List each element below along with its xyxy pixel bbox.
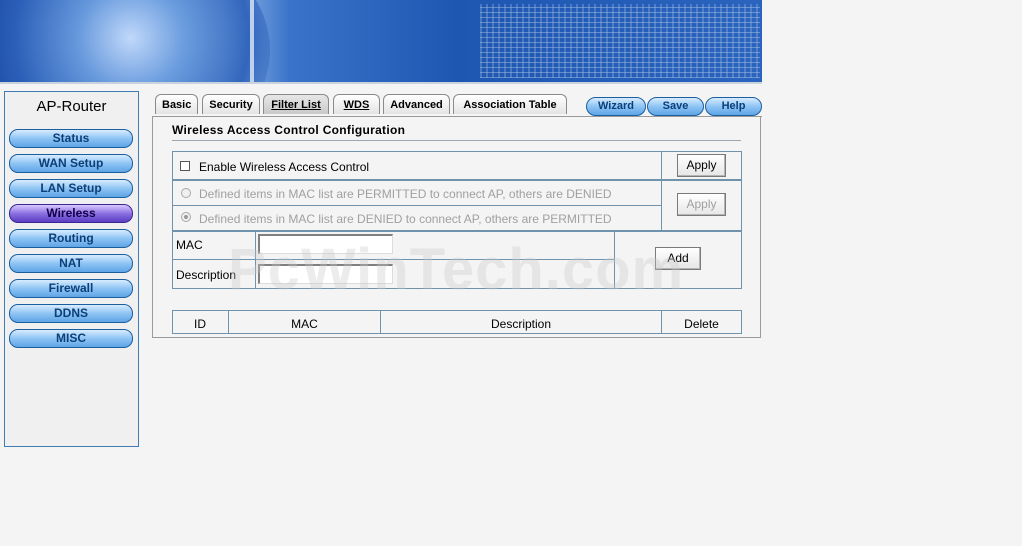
deny-radio[interactable] <box>181 212 191 222</box>
description-input[interactable] <box>258 264 393 284</box>
add-button[interactable]: Add <box>655 247 701 270</box>
banner-underline <box>0 82 762 84</box>
save-button[interactable]: Save <box>647 97 704 116</box>
nav-status-button[interactable]: Status <box>9 129 133 148</box>
enable-access-control-checkbox[interactable] <box>180 161 190 171</box>
help-button[interactable]: Help <box>705 97 762 116</box>
globe-graphic <box>0 0 270 82</box>
tab-filter-list[interactable]: Filter List <box>263 94 329 114</box>
tab-basic[interactable]: Basic <box>155 94 198 114</box>
nav-routing-button[interactable]: Routing <box>9 229 133 248</box>
wizard-button[interactable]: Wizard <box>586 97 646 116</box>
nav-misc-button[interactable]: MISC <box>9 329 133 348</box>
tab-association-table[interactable]: Association Table <box>453 94 567 114</box>
nav-firewall-button[interactable]: Firewall <box>9 279 133 298</box>
table-header-id: ID <box>194 317 206 331</box>
description-label: Description <box>176 268 237 282</box>
mac-input[interactable] <box>258 234 393 254</box>
banner-texture <box>480 4 760 78</box>
banner-divider <box>250 0 254 82</box>
table-header-mac: MAC <box>291 317 318 331</box>
permit-label: Defined items in MAC list are PERMITTED … <box>199 187 612 201</box>
enable-apply-button[interactable]: Apply <box>677 154 726 177</box>
header-banner <box>0 0 762 82</box>
page-title: Wireless Access Control Configuration <box>172 123 406 137</box>
brand-title: AP-Router <box>36 98 107 115</box>
table-header-description: Description <box>490 317 552 331</box>
policy-apply-button[interactable]: Apply <box>677 193 726 216</box>
mac-label: MAC <box>176 238 203 252</box>
enable-access-control-label: Enable Wireless Access Control <box>199 160 370 174</box>
tab-advanced[interactable]: Advanced <box>383 94 450 114</box>
deny-label: Defined items in MAC list are DENIED to … <box>199 212 612 226</box>
tab-wds[interactable]: WDS <box>333 94 380 114</box>
nav-wireless-button[interactable]: Wireless <box>9 204 133 223</box>
nav-wan-setup-button[interactable]: WAN Setup <box>9 154 133 173</box>
nav-lan-setup-button[interactable]: LAN Setup <box>9 179 133 198</box>
nav-ddns-button[interactable]: DDNS <box>9 304 133 323</box>
nav-nat-button[interactable]: NAT <box>9 254 133 273</box>
table-header-delete: Delete <box>684 317 719 331</box>
tab-security[interactable]: Security <box>202 94 260 114</box>
sidebar: AP-Router Status WAN Setup LAN Setup Wir… <box>4 91 139 447</box>
title-underline <box>172 140 741 141</box>
permit-radio[interactable] <box>181 188 191 198</box>
